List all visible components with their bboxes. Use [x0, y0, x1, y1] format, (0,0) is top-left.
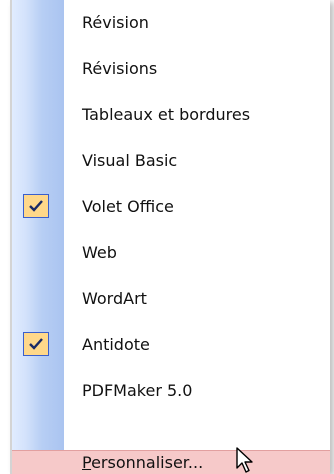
toolbar-context-menu: Révision Révisions Tableaux et bordures … — [10, 0, 330, 474]
menu-item-visual-basic[interactable]: Visual Basic — [12, 138, 330, 184]
menu-item-label: WordArt — [82, 289, 147, 308]
menu-item-antidote[interactable]: Antidote — [12, 322, 330, 368]
checked-indicator — [23, 332, 49, 356]
access-key: P — [82, 453, 92, 472]
menu-item-customize[interactable]: Personnaliser... — [12, 450, 330, 474]
checkmark-icon — [29, 338, 43, 350]
checkmark-icon — [29, 200, 43, 212]
menu-item-label: Volet Office — [82, 197, 174, 216]
menu-item-label: Révisions — [82, 59, 158, 78]
menu-item-web[interactable]: Web — [12, 230, 330, 276]
menu-item-revision[interactable]: Révision — [12, 0, 330, 46]
menu-item-label: Web — [82, 243, 117, 262]
menu-item-label: PDFMaker 5.0 — [82, 381, 193, 400]
customize-label-rest: ersonnaliser... — [91, 453, 204, 472]
menu-item-label: Visual Basic — [82, 151, 178, 170]
menu-item-label: Antidote — [82, 335, 150, 354]
menu-item-pdfmaker[interactable]: PDFMaker 5.0 — [12, 368, 330, 414]
menu-item-revisions[interactable]: Révisions — [12, 46, 330, 92]
menu-item-tableaux-bordures[interactable]: Tableaux et bordures — [12, 92, 330, 138]
menu-items: Révision Révisions Tableaux et bordures … — [12, 0, 330, 474]
menu-item-label: Personnaliser... — [82, 451, 203, 474]
menu-item-label: Tableaux et bordures — [82, 105, 251, 124]
mouse-cursor-icon — [236, 447, 253, 473]
menu-item-label: Révision — [82, 13, 149, 32]
menu-item-volet-office[interactable]: Volet Office — [12, 184, 330, 230]
menu-item-wordart[interactable]: WordArt — [12, 276, 330, 322]
checked-indicator — [23, 194, 49, 218]
